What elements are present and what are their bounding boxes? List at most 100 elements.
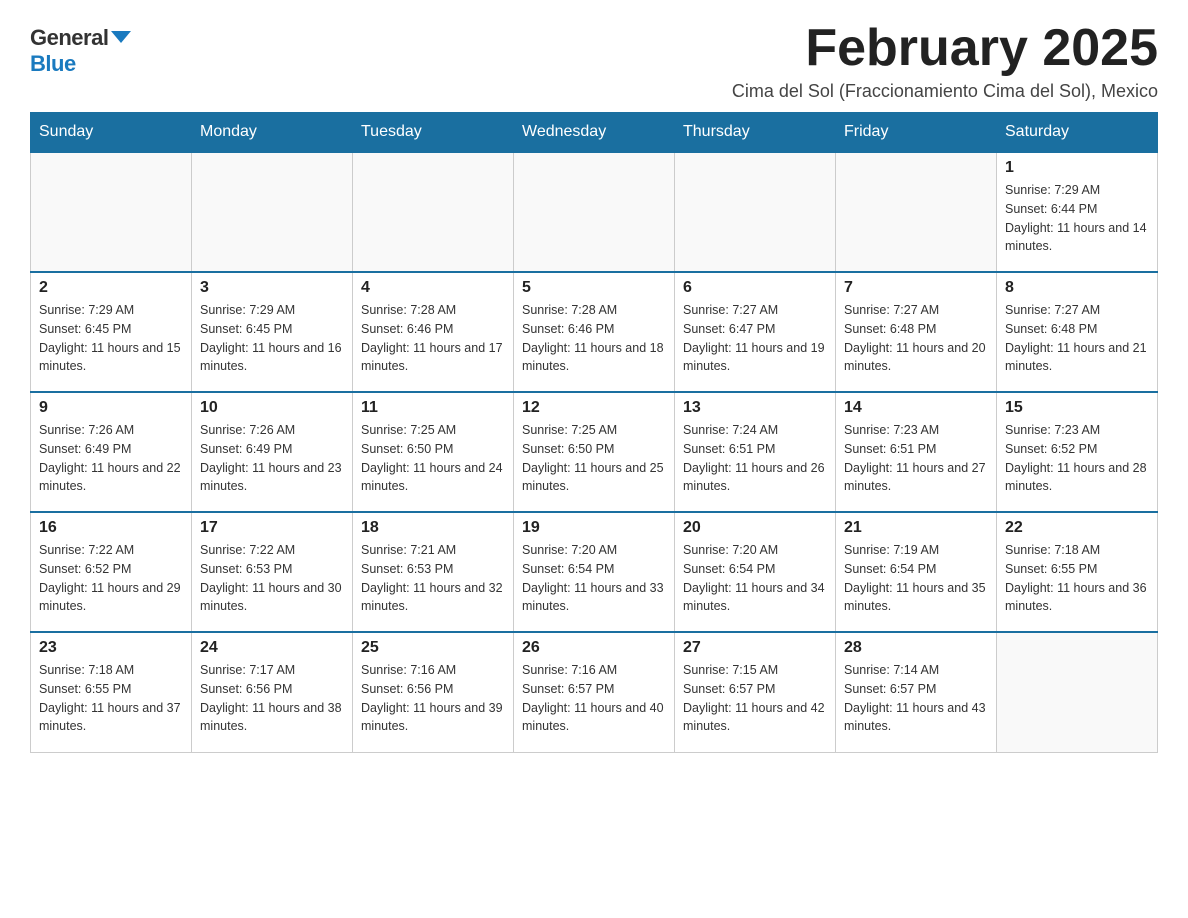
col-header-friday: Friday [836,113,997,153]
day-number: 21 [844,519,988,537]
day-number: 15 [1005,399,1149,417]
day-info: Sunrise: 7:15 AMSunset: 6:57 PMDaylight:… [683,661,827,736]
title-block: February 2025 Cima del Sol (Fraccionamie… [732,20,1158,102]
day-info: Sunrise: 7:18 AMSunset: 6:55 PMDaylight:… [39,661,183,736]
calendar-day-cell [31,152,192,272]
day-info: Sunrise: 7:22 AMSunset: 6:52 PMDaylight:… [39,541,183,616]
calendar-day-cell: 10 Sunrise: 7:26 AMSunset: 6:49 PMDayligh… [192,392,353,512]
calendar-day-cell: 17 Sunrise: 7:22 AMSunset: 6:53 PMDayligh… [192,512,353,632]
day-number: 24 [200,639,344,657]
day-number: 22 [1005,519,1149,537]
calendar-day-cell: 9 Sunrise: 7:26 AMSunset: 6:49 PMDaylight… [31,392,192,512]
calendar-day-cell: 15 Sunrise: 7:23 AMSunset: 6:52 PMDayligh… [997,392,1158,512]
logo-general-text: General [30,25,108,51]
calendar-day-cell: 26Sunrise: 7:16 AMSunset: 6:57 PMDayligh… [514,632,675,752]
day-number: 20 [683,519,827,537]
calendar-day-cell: 20Sunrise: 7:20 AMSunset: 6:54 PMDayligh… [675,512,836,632]
calendar-day-cell: 2 Sunrise: 7:29 AMSunset: 6:45 PMDaylight… [31,272,192,392]
day-number: 7 [844,279,988,297]
calendar-day-cell: 18 Sunrise: 7:21 AMSunset: 6:53 PMDayligh… [353,512,514,632]
calendar-day-cell: 16 Sunrise: 7:22 AMSunset: 6:52 PMDayligh… [31,512,192,632]
calendar-day-cell: 25 Sunrise: 7:16 AMSunset: 6:56 PMDayligh… [353,632,514,752]
calendar-day-cell: 21 Sunrise: 7:19 AMSunset: 6:54 PMDayligh… [836,512,997,632]
day-info: Sunrise: 7:17 AMSunset: 6:56 PMDaylight:… [200,661,344,736]
calendar-day-cell [192,152,353,272]
day-number: 26 [522,639,666,657]
day-info: Sunrise: 7:18 AMSunset: 6:55 PMDaylight:… [1005,541,1149,616]
day-info: Sunrise: 7:16 AMSunset: 6:56 PMDaylight:… [361,661,505,736]
calendar-week-row: 1Sunrise: 7:29 AMSunset: 6:44 PMDaylight… [31,152,1158,272]
day-info: Sunrise: 7:23 AMSunset: 6:51 PMDaylight:… [844,421,988,496]
day-number: 27 [683,639,827,657]
calendar-day-cell: 11 Sunrise: 7:25 AMSunset: 6:50 PMDayligh… [353,392,514,512]
logo: General Blue [30,20,131,77]
day-number: 1 [1005,159,1149,177]
page-header: General Blue February 2025 Cima del Sol … [30,20,1158,102]
calendar-day-cell: 14 Sunrise: 7:23 AMSunset: 6:51 PMDayligh… [836,392,997,512]
day-number: 14 [844,399,988,417]
calendar-day-cell [675,152,836,272]
calendar-header-row: SundayMondayTuesdayWednesdayThursdayFrid… [31,113,1158,153]
calendar-day-cell: 19 Sunrise: 7:20 AMSunset: 6:54 PMDayligh… [514,512,675,632]
day-info: Sunrise: 7:26 AMSunset: 6:49 PMDaylight:… [200,421,344,496]
day-number: 6 [683,279,827,297]
calendar-day-cell: 7 Sunrise: 7:27 AMSunset: 6:48 PMDaylight… [836,272,997,392]
day-info: Sunrise: 7:25 AMSunset: 6:50 PMDaylight:… [361,421,505,496]
calendar-week-row: 16 Sunrise: 7:22 AMSunset: 6:52 PMDayligh… [31,512,1158,632]
day-info: Sunrise: 7:20 AMSunset: 6:54 PMDaylight:… [522,541,666,616]
calendar-day-cell: 28 Sunrise: 7:14 AMSunset: 6:57 PMDayligh… [836,632,997,752]
day-number: 18 [361,519,505,537]
calendar-day-cell: 3 Sunrise: 7:29 AMSunset: 6:45 PMDaylight… [192,272,353,392]
calendar-day-cell: 6 Sunrise: 7:27 AMSunset: 6:47 PMDaylight… [675,272,836,392]
calendar-day-cell [353,152,514,272]
calendar-day-cell [997,632,1158,752]
calendar-day-cell: 27 Sunrise: 7:15 AMSunset: 6:57 PMDayligh… [675,632,836,752]
day-info: Sunrise: 7:19 AMSunset: 6:54 PMDaylight:… [844,541,988,616]
day-info: Sunrise: 7:29 AMSunset: 6:45 PMDaylight:… [200,301,344,376]
day-number: 10 [200,399,344,417]
col-header-thursday: Thursday [675,113,836,153]
day-info: Sunrise: 7:14 AMSunset: 6:57 PMDaylight:… [844,661,988,736]
day-number: 17 [200,519,344,537]
day-info: Sunrise: 7:28 AMSunset: 6:46 PMDaylight:… [522,301,666,376]
day-number: 12 [522,399,666,417]
calendar-day-cell [514,152,675,272]
logo-blue-text: Blue [30,51,76,77]
day-number: 11 [361,399,505,417]
day-info: Sunrise: 7:23 AMSunset: 6:52 PMDaylight:… [1005,421,1149,496]
calendar-day-cell: 4 Sunrise: 7:28 AMSunset: 6:46 PMDaylight… [353,272,514,392]
day-number: 19 [522,519,666,537]
logo-triangle-icon [111,31,131,43]
day-info: Sunrise: 7:27 AMSunset: 6:47 PMDaylight:… [683,301,827,376]
day-info: Sunrise: 7:22 AMSunset: 6:53 PMDaylight:… [200,541,344,616]
day-number: 4 [361,279,505,297]
calendar-week-row: 9 Sunrise: 7:26 AMSunset: 6:49 PMDaylight… [31,392,1158,512]
location-subtitle: Cima del Sol (Fraccionamiento Cima del S… [732,81,1158,102]
calendar-day-cell: 1Sunrise: 7:29 AMSunset: 6:44 PMDaylight… [997,152,1158,272]
col-header-sunday: Sunday [31,113,192,153]
day-number: 2 [39,279,183,297]
col-header-wednesday: Wednesday [514,113,675,153]
day-number: 9 [39,399,183,417]
day-info: Sunrise: 7:27 AMSunset: 6:48 PMDaylight:… [1005,301,1149,376]
day-number: 28 [844,639,988,657]
day-info: Sunrise: 7:29 AMSunset: 6:45 PMDaylight:… [39,301,183,376]
day-number: 8 [1005,279,1149,297]
day-info: Sunrise: 7:21 AMSunset: 6:53 PMDaylight:… [361,541,505,616]
col-header-saturday: Saturday [997,113,1158,153]
col-header-tuesday: Tuesday [353,113,514,153]
calendar-table: SundayMondayTuesdayWednesdayThursdayFrid… [30,112,1158,753]
calendar-day-cell: 12 Sunrise: 7:25 AMSunset: 6:50 PMDayligh… [514,392,675,512]
day-info: Sunrise: 7:27 AMSunset: 6:48 PMDaylight:… [844,301,988,376]
calendar-day-cell: 8 Sunrise: 7:27 AMSunset: 6:48 PMDaylight… [997,272,1158,392]
calendar-day-cell [836,152,997,272]
day-number: 25 [361,639,505,657]
day-info: Sunrise: 7:25 AMSunset: 6:50 PMDaylight:… [522,421,666,496]
day-info: Sunrise: 7:28 AMSunset: 6:46 PMDaylight:… [361,301,505,376]
day-number: 3 [200,279,344,297]
calendar-day-cell: 24 Sunrise: 7:17 AMSunset: 6:56 PMDayligh… [192,632,353,752]
day-info: Sunrise: 7:26 AMSunset: 6:49 PMDaylight:… [39,421,183,496]
day-number: 16 [39,519,183,537]
month-year-title: February 2025 [732,20,1158,77]
calendar-day-cell: 13Sunrise: 7:24 AMSunset: 6:51 PMDayligh… [675,392,836,512]
